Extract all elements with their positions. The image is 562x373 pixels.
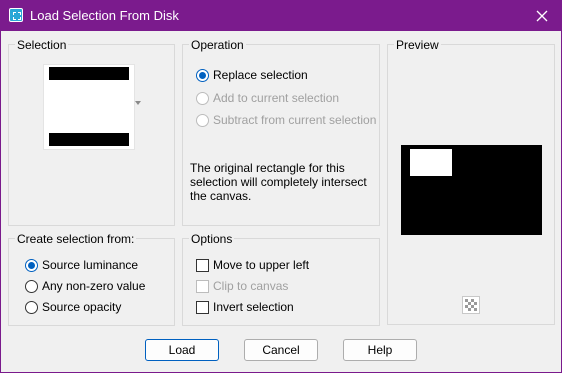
thumbnail-top-bar (49, 67, 129, 80)
load-button[interactable]: Load (145, 339, 219, 361)
preview-selection-rect (410, 149, 452, 176)
checkbox-indicator (196, 258, 209, 272)
help-button[interactable]: Help (343, 339, 417, 361)
checkerboard-zoom-icon (465, 299, 477, 311)
radio-indicator (25, 300, 38, 314)
subtract-selection-radio[interactable]: Subtract from current selection (196, 113, 376, 127)
source-luminance-radio[interactable]: Source luminance (25, 258, 138, 272)
radio-indicator (196, 91, 209, 105)
preview-group-label: Preview (394, 38, 441, 52)
create-from-group-label: Create selection from: (15, 232, 137, 246)
source-opacity-radio[interactable]: Source opacity (25, 300, 121, 314)
radio-checked-indicator (25, 258, 38, 272)
thumbnail-bottom-bar (49, 133, 129, 146)
window-title: Load Selection From Disk (30, 8, 179, 23)
close-icon (536, 10, 548, 21)
invert-selection-checkbox[interactable]: Invert selection (196, 300, 294, 314)
selection-group-label: Selection (15, 38, 69, 52)
clip-to-canvas-label: Clip to canvas (213, 279, 289, 293)
app-icon (9, 8, 23, 22)
zoom-preview-button[interactable] (462, 296, 480, 314)
add-to-selection-label: Add to current selection (213, 91, 340, 105)
replace-selection-label: Replace selection (213, 68, 308, 82)
checkbox-indicator (196, 300, 209, 314)
close-button[interactable] (522, 0, 562, 31)
operation-group-label: Operation (189, 38, 246, 52)
cancel-button[interactable]: Cancel (244, 339, 318, 361)
checkbox-indicator (196, 279, 209, 293)
source-opacity-label: Source opacity (42, 300, 122, 314)
radio-indicator (196, 113, 209, 127)
invert-selection-label: Invert selection (213, 300, 294, 314)
subtract-selection-label: Subtract from current selection (213, 113, 377, 127)
add-to-selection-radio[interactable]: Add to current selection (196, 91, 339, 105)
radio-indicator (25, 279, 38, 293)
clip-to-canvas-checkbox[interactable]: Clip to canvas (196, 279, 288, 293)
thumbnail-dropdown-arrow-icon[interactable] (135, 101, 141, 106)
selection-thumbnail[interactable] (44, 65, 134, 149)
source-luminance-label: Source luminance (42, 258, 139, 272)
any-non-zero-radio[interactable]: Any non-zero value (25, 279, 145, 293)
any-non-zero-label: Any non-zero value (42, 279, 146, 293)
title-bar: Load Selection From Disk (0, 0, 562, 31)
dialog-body: Selection Operation Replace selection Ad… (1, 31, 561, 372)
radio-checked-indicator (196, 68, 209, 82)
replace-selection-radio[interactable]: Replace selection (196, 68, 308, 82)
move-upper-left-checkbox[interactable]: Move to upper left (196, 258, 309, 272)
options-group-label: Options (189, 232, 235, 246)
preview-canvas (401, 145, 542, 235)
move-upper-left-label: Move to upper left (213, 258, 310, 272)
operation-info-text: The original rectangle for this selectio… (190, 161, 367, 203)
